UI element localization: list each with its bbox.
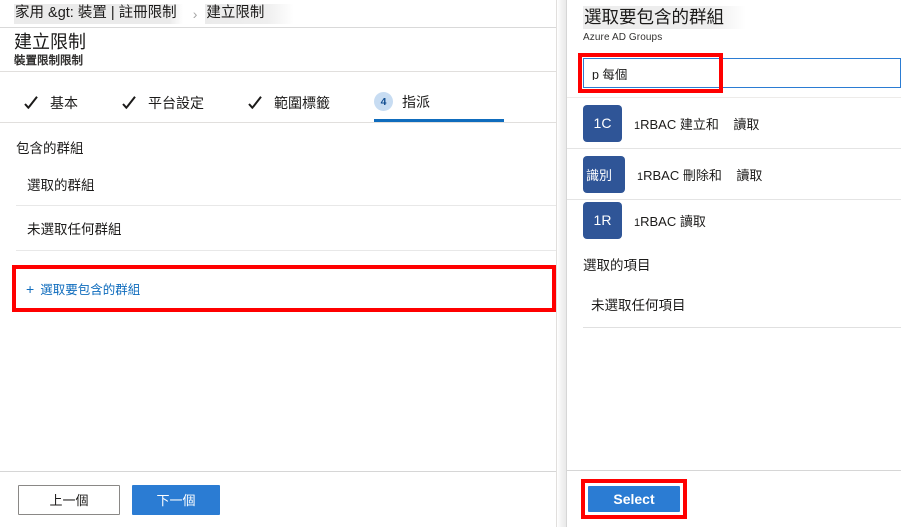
group-name-mid: RBAC: [640, 213, 677, 229]
check-icon: [122, 95, 139, 112]
wizard-step-platform-settings[interactable]: 平台設定: [122, 84, 204, 122]
group-name-suffix: 建立和: [679, 116, 719, 132]
search-box[interactable]: [583, 58, 901, 88]
next-button[interactable]: 下一個: [132, 484, 220, 515]
group-avatar: 1C: [583, 104, 622, 142]
divider: [583, 327, 901, 328]
group-name: 1RBAC 建立和 讀取: [634, 114, 759, 133]
section-title-included-groups: 包含的群組: [16, 141, 84, 156]
plus-icon: +: [26, 280, 35, 297]
add-groups-highlight: + 選取要包含的群組: [12, 265, 556, 312]
search-area: [567, 53, 901, 97]
wizard-step-label: 指派: [402, 93, 430, 110]
group-results-list: 1C 1RBAC 建立和 讀取 識別 1RBAC 刪除和 讀取 1R 1RBAC…: [567, 97, 901, 240]
breadcrumb-item-2[interactable]: 建立限制: [205, 3, 295, 24]
group-name-extra: 讀取: [733, 116, 760, 132]
left-blade: 家用 &gt: 裝置 | 註冊限制 › 建立限制 建立限制 裝置限制限制 基本 …: [0, 0, 557, 527]
chevron-right-icon: ›: [192, 5, 198, 22]
breadcrumb: 家用 &gt: 裝置 | 註冊限制 › 建立限制: [0, 0, 556, 28]
panel-title: 選取要包含的群組: [583, 6, 746, 29]
assignments-content: 包含的群組 選取的群組 未選取任何群組 + 選取要包含的群組: [0, 123, 556, 312]
check-icon: [24, 95, 41, 112]
subsection-label-selected-groups: 選取的群組: [27, 178, 95, 193]
page-title: 建立限制: [14, 32, 86, 52]
empty-groups-text: 未選取任何群組: [27, 222, 122, 237]
wizard-steps: 基本 平台設定 範圍標籤 4 指派: [0, 84, 556, 122]
group-name-suffix: 讀取: [679, 213, 706, 229]
wizard-step-assignments[interactable]: 4 指派: [374, 84, 504, 122]
wizard-step-scope-tags[interactable]: 範圍標籤: [248, 84, 330, 122]
select-groups-to-include-button[interactable]: + 選取要包含的群組: [16, 269, 211, 308]
panel-header: 選取要包含的群組 Azure AD Groups: [567, 0, 901, 43]
group-name-mid: RBAC: [640, 116, 677, 132]
red-highlight-box: + 選取要包含的群組: [12, 265, 556, 312]
group-name-suffix: 刪除和: [682, 167, 722, 183]
previous-button[interactable]: 上一個: [18, 484, 120, 515]
screen-root: 家用 &gt: 裝置 | 註冊限制 › 建立限制 建立限制 裝置限制限制 基本 …: [0, 0, 901, 527]
group-avatar: 1R: [583, 201, 622, 239]
list-item[interactable]: 1R 1RBAC 讀取: [567, 200, 901, 240]
search-input[interactable]: [592, 66, 900, 80]
check-icon: [248, 95, 265, 112]
list-item[interactable]: 1C 1RBAC 建立和 讀取: [567, 98, 901, 149]
group-name: 1RBAC 讀取: [634, 211, 706, 230]
select-groups-to-include-label: 選取要包含的群組: [40, 283, 141, 297]
group-name-mid: RBAC: [643, 167, 680, 183]
red-highlight-box: Select: [581, 479, 687, 519]
group-name-extra: 讀取: [736, 167, 763, 183]
blade-header: 建立限制 裝置限制限制: [0, 28, 556, 72]
select-button[interactable]: Select: [588, 486, 680, 512]
blade-gutter: [557, 0, 566, 527]
selected-items-title: 選取的項目: [583, 258, 651, 273]
page-subtitle: 裝置限制限制: [14, 55, 83, 67]
panel-footer: Select: [567, 470, 901, 527]
wizard-step-label: 範圍標籤: [274, 95, 330, 111]
select-groups-panel: 選取要包含的群組 Azure AD Groups 1C 1RBAC 建立和 讀取…: [566, 0, 901, 527]
wizard-footer: 上一個 下一個: [0, 471, 556, 527]
wizard-step-number: 4: [374, 92, 393, 111]
divider: [16, 250, 556, 251]
breadcrumb-item-1[interactable]: 家用 &gt: 裝置 | 註冊限制: [14, 3, 183, 24]
wizard-step-label: 平台設定: [148, 95, 204, 111]
list-item[interactable]: 識別 1RBAC 刪除和 讀取: [567, 149, 901, 200]
wizard-step-basics[interactable]: 基本: [24, 84, 78, 122]
group-avatar: 識別: [583, 155, 625, 193]
selected-items-empty-text: 未選取任何項目: [591, 298, 686, 313]
group-name: 1RBAC 刪除和 讀取: [637, 165, 762, 184]
wizard-step-label: 基本: [50, 95, 78, 111]
panel-subtitle: Azure AD Groups: [583, 32, 663, 43]
